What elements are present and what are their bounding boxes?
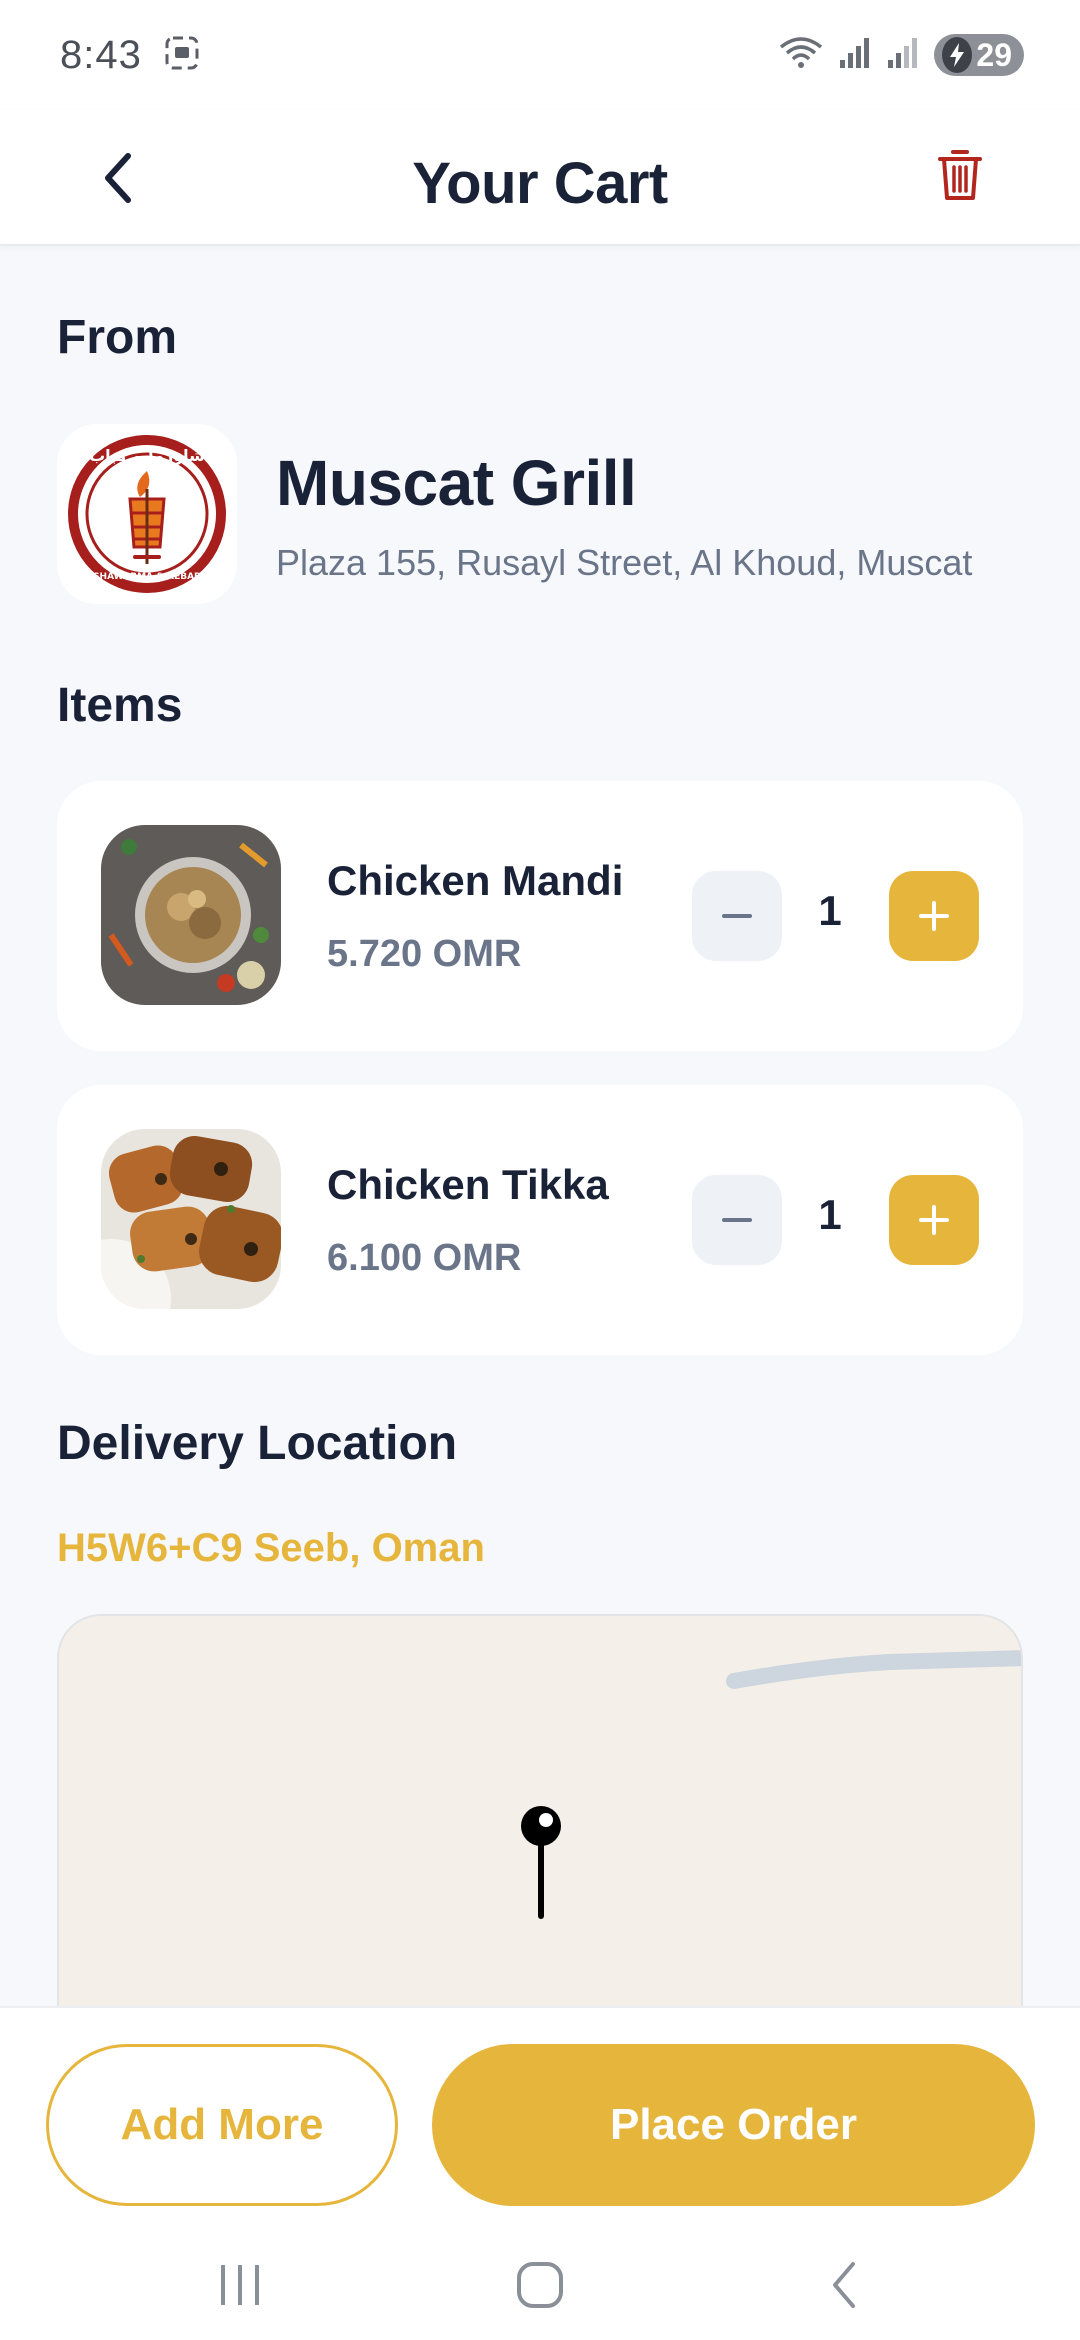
item-image xyxy=(101,825,281,1005)
status-bar: 8:43 29 xyxy=(0,0,1080,110)
signal-icon xyxy=(886,36,920,75)
item-name: Chicken Mandi xyxy=(327,857,624,904)
chevron-left-icon xyxy=(833,2262,855,2308)
clear-cart-button[interactable] xyxy=(930,130,990,220)
increase-quantity-button[interactable] xyxy=(889,1175,979,1265)
item-name: Chicken Tikka xyxy=(327,1161,609,1208)
item-quantity: 1 xyxy=(818,1191,842,1238)
wifi-icon xyxy=(778,35,824,76)
increase-quantity-button[interactable] xyxy=(889,871,979,961)
app-header: Your Cart xyxy=(0,110,1080,246)
place-order-button[interactable]: Place Order xyxy=(432,2044,1035,2206)
status-time: 8:43 xyxy=(60,32,142,77)
decrease-quantity-button[interactable] xyxy=(692,1175,782,1265)
item-price: 6.100 OMR xyxy=(327,1237,522,1279)
charging-icon xyxy=(942,37,973,73)
minus-icon xyxy=(722,914,752,918)
restaurant-logo: شاورما و كباب SHAWARMA & KEBAB xyxy=(57,424,237,604)
items-heading: Items xyxy=(57,679,183,732)
plus-icon xyxy=(919,901,949,931)
delivery-address[interactable]: H5W6+C9 Seeb, Oman xyxy=(57,1526,485,1571)
restaurant-name: Muscat Grill xyxy=(276,447,637,519)
battery-indicator: 29 xyxy=(934,34,1024,76)
cart-item: Chicken Mandi 5.720 OMR 1 xyxy=(57,781,1023,1051)
plus-icon xyxy=(919,1205,949,1235)
item-image xyxy=(101,1129,281,1309)
system-back-button[interactable] xyxy=(804,2250,884,2320)
map-pin-icon xyxy=(521,1806,561,1919)
screenshot-icon xyxy=(164,35,200,76)
battery-level: 29 xyxy=(976,36,1012,73)
decrease-quantity-button[interactable] xyxy=(692,871,782,961)
from-heading: From xyxy=(57,311,177,364)
home-button[interactable] xyxy=(500,2250,580,2320)
home-icon xyxy=(517,2262,563,2308)
item-quantity: 1 xyxy=(818,887,842,934)
trash-icon xyxy=(938,150,982,200)
system-nav-bar xyxy=(0,2230,1080,2340)
item-price: 5.720 OMR xyxy=(327,933,522,975)
logo-arabic-text: شاورما و كباب xyxy=(89,446,205,465)
page-title: Your Cart xyxy=(412,151,668,216)
cart-item: Chicken Tikka 6.100 OMR 1 xyxy=(57,1085,1023,1355)
add-more-button[interactable]: Add More xyxy=(46,2044,398,2206)
restaurant-address: Plaza 155, Rusayl Street, Al Khoud, Musc… xyxy=(276,542,973,583)
recent-apps-button[interactable] xyxy=(200,2250,280,2320)
delivery-heading: Delivery Location xyxy=(57,1417,458,1470)
minus-icon xyxy=(722,1218,752,1222)
signal-icon xyxy=(838,36,872,75)
recent-apps-icon xyxy=(221,2265,259,2305)
delivery-map[interactable] xyxy=(57,1614,1023,2034)
logo-english-text: SHAWARMA & KEBAB xyxy=(93,572,201,582)
